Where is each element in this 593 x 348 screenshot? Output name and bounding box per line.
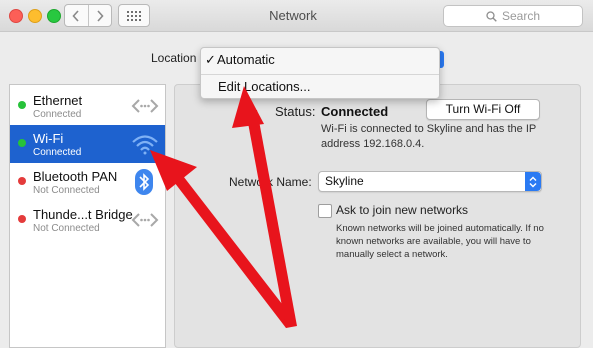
service-status: Connected [33, 147, 82, 158]
turn-wifi-off-button[interactable]: Turn Wi-Fi Off [426, 99, 540, 120]
chevron-right-icon [97, 9, 104, 22]
service-name: Ethernet [33, 93, 83, 108]
network-name-value: Skyline [325, 174, 364, 188]
location-label: Location [151, 51, 197, 65]
title-bar: Network Search [0, 0, 593, 32]
search-field[interactable]: Search [443, 5, 583, 27]
status-label: Status: [275, 104, 316, 119]
status-dot-connected [18, 139, 26, 147]
thunderbolt-bridge-icon [131, 213, 159, 227]
back-button[interactable] [65, 5, 88, 26]
service-item-ethernet[interactable]: Ethernet Connected [10, 87, 165, 125]
navigation-buttons [64, 4, 112, 27]
minimize-window-button[interactable] [28, 9, 42, 23]
window-title: Network [269, 8, 317, 23]
location-dropdown-menu: ✓Automatic Edit Locations... [200, 47, 440, 99]
status-value: Connected [321, 104, 389, 119]
service-name: Bluetooth PAN [33, 169, 118, 184]
chevron-left-icon [72, 9, 79, 22]
service-name: Thunde...t Bridge [33, 207, 133, 222]
service-status: Connected [33, 109, 82, 120]
network-service-list: Ethernet Connected Wi-Fi Connected Bluet… [9, 84, 166, 348]
service-item-thunderbolt-bridge[interactable]: Thunde...t Bridge Not Connected [10, 201, 165, 239]
forward-button[interactable] [87, 5, 112, 26]
ask-to-join-label[interactable]: Ask to join new networks [336, 203, 468, 217]
updown-arrows-icon [525, 172, 541, 191]
status-dot-connected [18, 101, 26, 109]
network-name-label: Network Name: [229, 175, 312, 189]
menu-separator [201, 74, 439, 75]
show-all-button[interactable] [118, 4, 150, 27]
service-name: Wi-Fi [33, 131, 64, 146]
ask-to-join-description: Known networks will be joined automatica… [336, 223, 544, 260]
location-option-label: Automatic [217, 52, 275, 67]
service-item-wifi[interactable]: Wi-Fi Connected [10, 125, 165, 163]
zoom-window-button[interactable] [47, 9, 61, 23]
wifi-icon [132, 135, 158, 155]
network-name-select[interactable]: Skyline [318, 171, 542, 192]
service-status: Not Connected [33, 185, 100, 196]
ethernet-icon [131, 99, 159, 113]
grid-icon [127, 10, 141, 21]
bluetooth-icon [135, 169, 153, 195]
search-placeholder: Search [501, 9, 541, 23]
service-item-bluetooth-pan[interactable]: Bluetooth PAN Not Connected [10, 163, 165, 201]
location-option-edit-locations[interactable]: Edit Locations... [218, 79, 311, 94]
service-status: Not Connected [33, 223, 100, 234]
checkmark-icon: ✓ [205, 52, 216, 67]
ask-to-join-checkbox[interactable] [318, 204, 332, 218]
location-option-automatic[interactable]: ✓Automatic [205, 52, 275, 68]
status-dot-not-connected [18, 177, 26, 185]
status-dot-not-connected [18, 215, 26, 223]
search-icon [486, 10, 497, 22]
status-description: Wi-Fi is connected to Skyline and has th… [321, 123, 537, 150]
close-window-button[interactable] [9, 9, 23, 23]
